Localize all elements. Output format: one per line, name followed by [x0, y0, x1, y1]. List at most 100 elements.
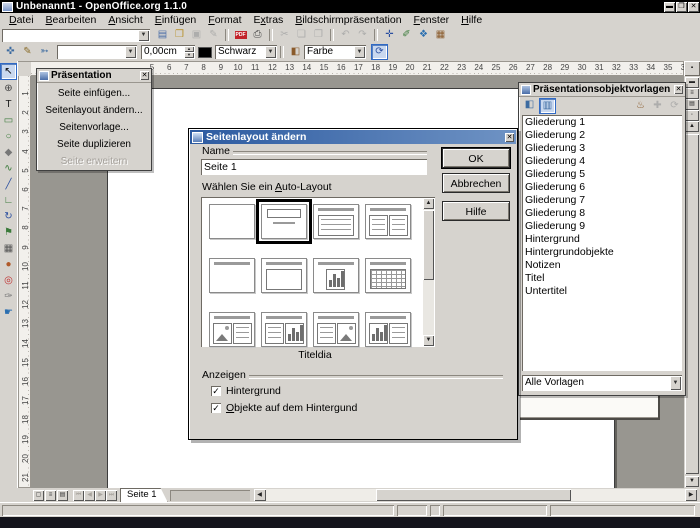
rotation-mode-icon[interactable]: ⟳: [371, 44, 388, 60]
layout-option-blank[interactable]: [209, 204, 255, 239]
style-item[interactable]: Gliederung 2: [522, 129, 682, 142]
scrollbar-thumb[interactable]: [423, 210, 434, 280]
insert-chart-icon[interactable]: ●: [1, 257, 16, 272]
chevron-down-icon[interactable]: ▼: [125, 46, 136, 58]
stylist-icon[interactable]: ✐: [399, 28, 414, 42]
style-item[interactable]: Gliederung 9: [522, 220, 682, 233]
layout-option-title-bullets-chart[interactable]: [261, 312, 307, 347]
style-item[interactable]: Hintergrund: [522, 233, 682, 246]
next-page-button[interactable]: ▶: [95, 490, 106, 501]
view-slide-button[interactable]: ▤: [685, 99, 699, 110]
style-item[interactable]: Gliederung 8: [522, 207, 682, 220]
navigator-icon[interactable]: ✛: [382, 28, 397, 42]
scroll-down-icon[interactable]: ▼: [685, 476, 699, 487]
url-combobox[interactable]: ▼: [2, 29, 150, 42]
vertical-scrollbar[interactable]: ▬≡▤◦▲ ▼: [684, 76, 700, 488]
minimize-button[interactable]: ▬: [664, 2, 675, 12]
scroll-right-icon[interactable]: ▶: [685, 489, 697, 501]
menu-fenster[interactable]: Fenster: [408, 14, 456, 27]
fill-format-mode-icon[interactable]: ♨: [633, 99, 648, 113]
line-pen-icon[interactable]: ✎: [20, 45, 35, 59]
style-list[interactable]: Gliederung 1Gliederung 2Gliederung 3Glie…: [522, 115, 682, 371]
style-item[interactable]: Gliederung 5: [522, 168, 682, 181]
menu-einfgen[interactable]: Einfügen: [149, 14, 202, 27]
effects-icon[interactable]: ✑: [1, 289, 16, 304]
hyperlink-icon[interactable]: ❖: [416, 28, 431, 42]
scroll-left-icon[interactable]: ◀: [254, 489, 266, 501]
maximize-button[interactable]: ❒: [676, 2, 687, 12]
close-icon[interactable]: ✕: [674, 85, 683, 94]
chevron-down-icon[interactable]: ▼: [354, 46, 365, 58]
dialog-titlebar[interactable]: Seitenlayout ändern ✕: [190, 130, 516, 144]
line-width-spinner[interactable]: 0,00cm ▲▼: [141, 45, 195, 59]
style-item[interactable]: Gliederung 3: [522, 142, 682, 155]
palette-item-seite-duplizieren[interactable]: Seite duplizieren: [37, 136, 151, 153]
3d-objects-icon[interactable]: ◆: [1, 145, 16, 160]
style-item[interactable]: Gliederung 4: [522, 155, 682, 168]
previous-page-button[interactable]: ◀: [84, 490, 95, 501]
palette-item-seite-einf-gen[interactable]: Seite einfügen...: [37, 85, 151, 102]
rotate-icon[interactable]: ↻: [1, 209, 16, 224]
chevron-down-icon[interactable]: ▼: [138, 30, 149, 41]
tab-seite-1[interactable]: Seite 1: [120, 488, 168, 502]
line-color-combobox[interactable]: Schwarz ▼: [215, 45, 277, 59]
layout-option-title-only[interactable]: [209, 258, 255, 293]
menu-bearbeiten[interactable]: Bearbeiten: [40, 14, 103, 27]
stylist-titlebar[interactable]: Präsentationsobjektvorlagen ✕: [519, 83, 685, 97]
style-item[interactable]: Notizen: [522, 259, 682, 272]
checkbox-checked[interactable]: ✓: [211, 403, 221, 413]
style-item[interactable]: Gliederung 7: [522, 194, 682, 207]
style-filter-combobox[interactable]: Alle Vorlagen ▼: [522, 375, 682, 391]
layout-option-title-chart-bullets[interactable]: [365, 312, 411, 347]
scroll-up-button[interactable]: ▲: [685, 121, 699, 132]
export-pdf-icon[interactable]: PDF: [233, 28, 248, 42]
open-icon[interactable]: ❒: [172, 28, 187, 42]
layout-grid[interactable]: ▲ ▼: [201, 197, 435, 347]
close-button[interactable]: ✕: [688, 2, 699, 12]
spin-down-icon[interactable]: ▼: [184, 52, 194, 58]
ok-button[interactable]: OK: [442, 148, 510, 168]
copy-icon[interactable]: ❏: [294, 28, 309, 42]
first-page-button[interactable]: ⏮: [73, 490, 84, 501]
last-page-button[interactable]: ⏭: [106, 490, 117, 501]
scroll-down-icon[interactable]: ▼: [423, 335, 434, 346]
menu-bildschirmprsentation[interactable]: Bildschirmpräsentation: [289, 14, 407, 27]
checkbox-checked[interactable]: ✓: [211, 386, 221, 396]
new-style-icon[interactable]: ✚: [650, 99, 665, 113]
cut-icon[interactable]: ✂: [277, 28, 292, 42]
fill-style-combobox[interactable]: Farbe ▼: [304, 45, 366, 59]
arrange-icon[interactable]: ▦: [1, 241, 16, 256]
layout-option-title-chart[interactable]: [313, 258, 359, 293]
line-style-combobox[interactable]: ▼: [57, 45, 137, 59]
scrollbar-thumb[interactable]: [685, 134, 699, 474]
curve-icon[interactable]: ∿: [1, 161, 16, 176]
layout-grid-scrollbar[interactable]: ▲ ▼: [423, 198, 434, 346]
window-split-button[interactable]: ▬: [685, 77, 699, 88]
slide-view-button[interactable]: ▤: [57, 490, 68, 501]
layout-option-title-frame[interactable]: [261, 258, 307, 293]
view-outline-button[interactable]: ≡: [685, 88, 699, 99]
layout-option-title-subtitle[interactable]: [261, 204, 307, 239]
chevron-down-icon[interactable]: ▼: [670, 376, 681, 390]
palette-titlebar[interactable]: Präsentation ✕: [37, 69, 151, 83]
fill-bucket-icon[interactable]: ◧: [288, 45, 303, 59]
palette-item-seitenlayout-ndern[interactable]: Seitenlayout ändern...: [37, 102, 151, 119]
undo-icon[interactable]: ↶: [338, 28, 353, 42]
style-item[interactable]: Gliederung 6: [522, 181, 682, 194]
new-document-icon[interactable]: ▤: [155, 28, 170, 42]
scrollbar-thumb[interactable]: [376, 489, 571, 501]
style-item[interactable]: Hintergrundobjekte: [522, 246, 682, 259]
text-icon[interactable]: T: [1, 97, 16, 112]
page-name-input[interactable]: Seite 1: [201, 159, 427, 175]
arrow-style-icon[interactable]: ➳: [37, 45, 52, 59]
menu-ansicht[interactable]: Ansicht: [102, 14, 148, 27]
lines-arrows-icon[interactable]: ╱: [1, 177, 16, 192]
outline-view-button[interactable]: ≡: [45, 490, 56, 501]
layout-option-title-2bullets[interactable]: [365, 204, 411, 239]
close-icon[interactable]: ✕: [505, 133, 514, 142]
cancel-button[interactable]: Abbrechen: [442, 173, 510, 193]
rectangle-icon[interactable]: ▭: [1, 113, 16, 128]
chevron-down-icon[interactable]: ▼: [265, 46, 276, 58]
save-icon[interactable]: ▣: [189, 28, 204, 42]
update-style-icon[interactable]: ⟳: [667, 99, 682, 113]
